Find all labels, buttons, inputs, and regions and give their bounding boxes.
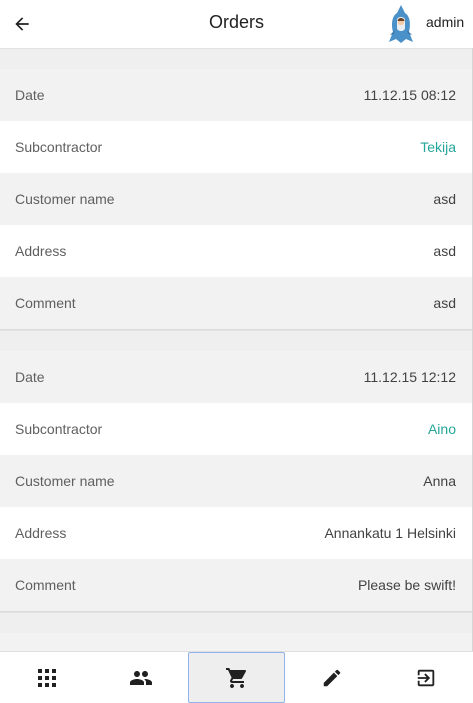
order-card[interactable]: Date 11.12.15 08:12 Subcontractor Tekija Cus… (0, 69, 472, 330)
nav-edit-button[interactable] (285, 652, 379, 703)
pencil-icon (321, 667, 343, 689)
field-value: 11.12.15 12:12 (363, 369, 456, 385)
field-label: Customer name (15, 191, 115, 207)
card-separator (0, 612, 472, 633)
order-field-row: Date 11.12.15 12:12 (0, 351, 472, 403)
order-field-row: Comment Please be swift! (0, 559, 472, 611)
card-separator (0, 330, 472, 351)
apps-grid-icon (37, 668, 57, 688)
field-label: Date (15, 369, 45, 385)
field-label: Address (15, 525, 67, 541)
order-field-row: Date 11.12.15 08:12 (0, 69, 472, 121)
field-value: Anna (423, 473, 456, 489)
order-field-row: Customer name Anna (0, 455, 472, 507)
nav-apps-button[interactable] (0, 652, 94, 703)
orders-list[interactable]: Date 11.12.15 08:12 Subcontractor Tekija Cus… (0, 48, 473, 651)
order-field-row: Date09.12.15 12:12 (0, 633, 472, 651)
people-icon (129, 666, 153, 690)
field-value: Annankatu 1 Helsinki (324, 525, 456, 541)
nav-people-button[interactable] (94, 652, 188, 703)
field-label: Date (15, 87, 45, 103)
field-label: Address (15, 243, 67, 259)
order-field-row: Customer name asd (0, 173, 472, 225)
order-field-row: Subcontractor Aino (0, 403, 472, 455)
field-value: asd (433, 191, 456, 207)
order-field-row: Comment asd (0, 277, 472, 329)
app-window: Orders admin Date 11.12.15 08:12 Subcontra… (0, 0, 473, 703)
field-label: Subcontractor (15, 139, 103, 155)
avatar[interactable] (386, 4, 416, 44)
nav-logout-button[interactable] (379, 652, 473, 703)
subcontractor-link[interactable]: Tekija (420, 139, 456, 155)
field-value: Please be swift! (357, 577, 456, 593)
field-value: 11.12.15 08:12 (363, 87, 456, 103)
shark-costume-avatar (389, 5, 413, 43)
nav-orders-button[interactable] (188, 652, 285, 703)
username: admin (426, 14, 465, 30)
order-field-row: Address asd (0, 225, 472, 277)
card-separator (0, 48, 472, 69)
order-field-row: Subcontractor Tekija (0, 121, 472, 173)
subcontractor-link[interactable]: Aino (428, 421, 456, 437)
top-app-bar: Orders admin (0, 0, 473, 48)
field-label: Subcontractor (15, 421, 103, 437)
field-label: Customer name (15, 473, 115, 489)
field-label: Comment (15, 295, 76, 311)
order-card[interactable]: Date09.12.15 12:12 (0, 633, 472, 651)
logout-icon (415, 667, 437, 689)
shopping-cart-icon (225, 666, 249, 690)
field-value: asd (433, 295, 456, 311)
field-value: asd (433, 243, 456, 259)
field-label: Comment (15, 577, 76, 593)
order-card[interactable]: Date 11.12.15 12:12 Subcontractor Aino Custo… (0, 351, 472, 612)
order-field-row: Address Annankatu 1 Helsinki (0, 507, 472, 559)
bottom-navigation (0, 651, 473, 703)
